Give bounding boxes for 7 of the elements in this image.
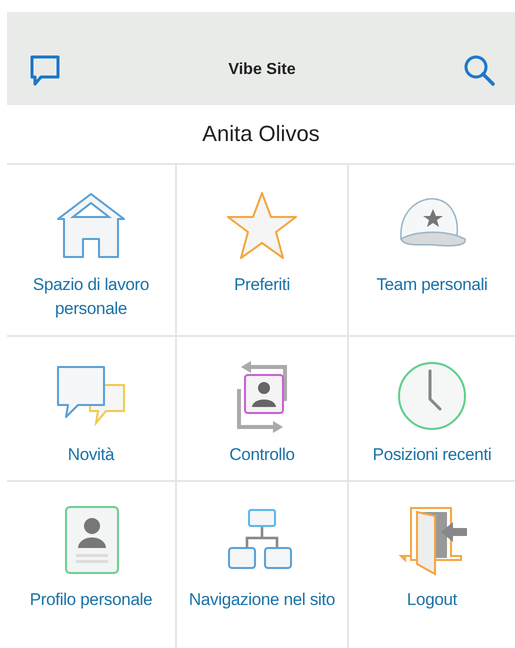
user-name: Anita Olivos bbox=[202, 121, 320, 147]
menu-tile[interactable]: Spazio di lavoro personale bbox=[7, 165, 177, 337]
menu-tile[interactable]: Novità bbox=[7, 337, 177, 482]
menu-tile[interactable]: Preferiti bbox=[177, 165, 349, 337]
clock-icon bbox=[395, 359, 469, 433]
site-title: Vibe Site bbox=[228, 60, 296, 78]
menu-tile[interactable]: Controllo bbox=[177, 337, 349, 482]
